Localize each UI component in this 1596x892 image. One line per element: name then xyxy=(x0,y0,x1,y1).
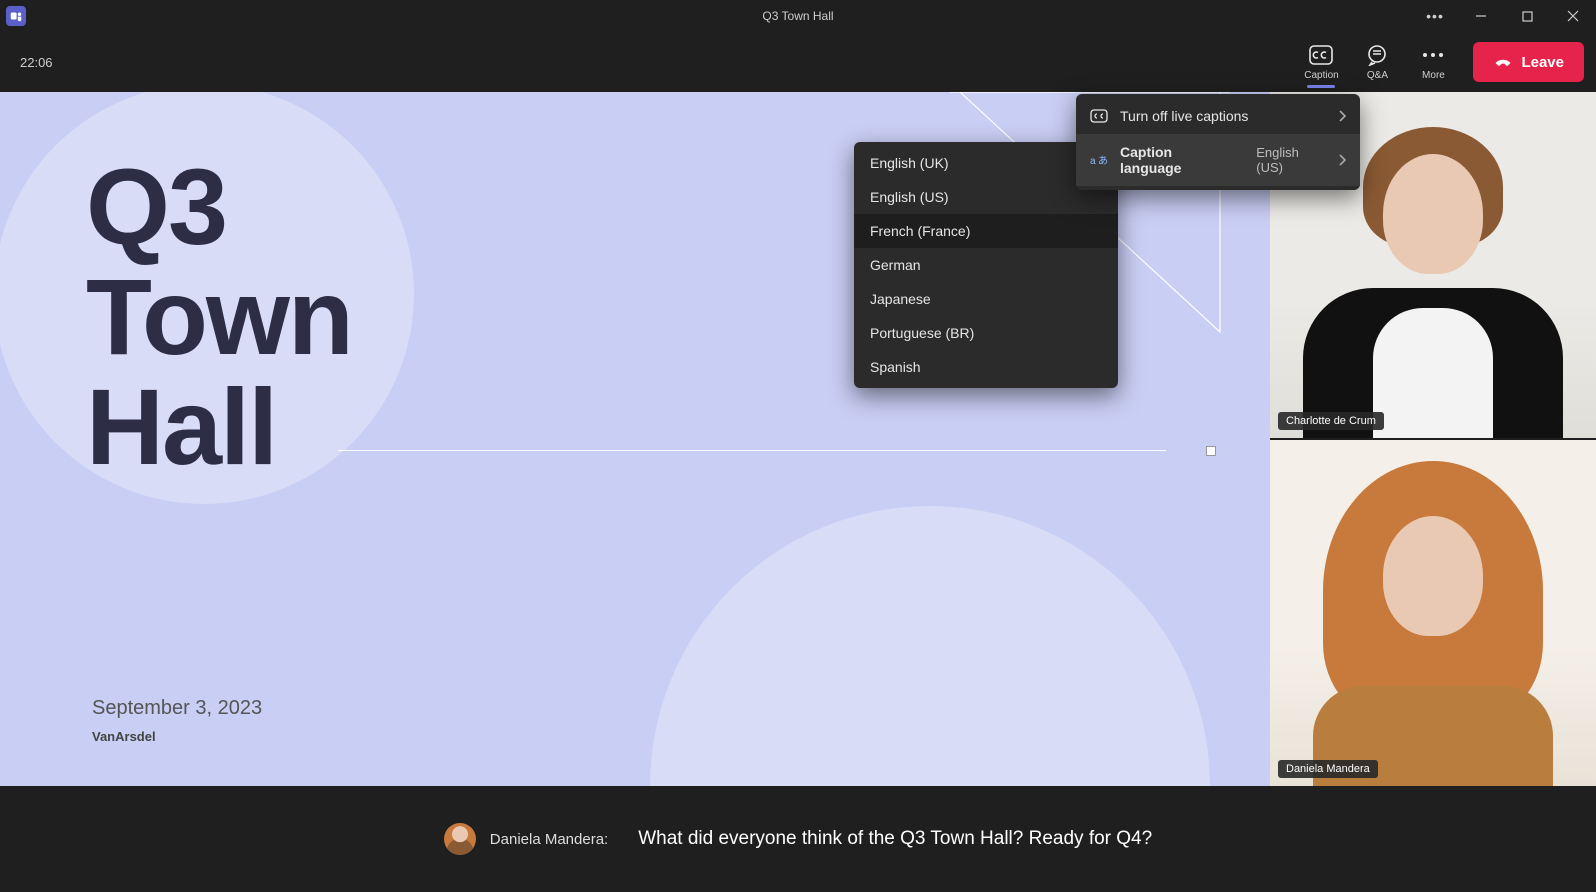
more-icon xyxy=(1422,44,1444,66)
menu-item-value: English (US) xyxy=(1256,145,1326,175)
qa-button-label: Q&A xyxy=(1367,70,1388,81)
chevron-right-icon xyxy=(1338,110,1346,122)
window-close-button[interactable] xyxy=(1550,0,1596,32)
language-option[interactable]: German xyxy=(854,248,1118,282)
svg-text:a: a xyxy=(1090,156,1096,167)
closed-caption-icon xyxy=(1309,44,1333,66)
meeting-stage: Q3 Town Hall September 3, 2023 VanArsdel… xyxy=(0,92,1596,892)
closed-caption-icon xyxy=(1090,109,1108,123)
chat-icon xyxy=(1366,44,1388,66)
speaker-avatar xyxy=(444,823,476,855)
slide-title: Q3 Town Hall xyxy=(86,152,352,482)
participant-name-label: Daniela Mandera xyxy=(1278,760,1378,778)
window-titlebar: Q3 Town Hall ••• xyxy=(0,0,1596,32)
svg-text:あ: あ xyxy=(1098,155,1108,167)
chevron-right-icon xyxy=(1338,154,1346,166)
language-option[interactable]: Spanish xyxy=(854,350,1118,384)
slide-title-line: Hall xyxy=(86,372,352,482)
caption-speaker-name: Daniela Mandera: xyxy=(490,831,608,848)
more-button[interactable]: More xyxy=(1405,36,1461,88)
menu-item-caption-language[interactable]: aあ Caption language English (US) xyxy=(1076,134,1360,186)
window-title: Q3 Town Hall xyxy=(762,9,833,23)
teams-app-icon xyxy=(6,6,26,26)
meeting-timer: 22:06 xyxy=(20,55,53,70)
participant-name-label: Charlotte de Crum xyxy=(1278,412,1384,430)
more-button-label: More xyxy=(1422,70,1445,81)
leave-button-label: Leave xyxy=(1521,54,1564,71)
slide-selection-handle xyxy=(1206,446,1216,456)
menu-item-label: Caption language xyxy=(1120,144,1232,176)
participant-tile[interactable]: Daniela Mandera xyxy=(1270,440,1596,786)
qa-button[interactable]: Q&A xyxy=(1349,36,1405,88)
translate-icon: aあ xyxy=(1090,153,1108,167)
menu-item-label: Turn off live captions xyxy=(1120,108,1326,124)
slide-title-line: Q3 xyxy=(86,152,352,262)
leave-button[interactable]: Leave xyxy=(1473,42,1584,82)
caption-settings-menu: Turn off live captions aあ Caption langua… xyxy=(1076,94,1360,190)
language-option[interactable]: Japanese xyxy=(854,282,1118,316)
window-minimize-button[interactable] xyxy=(1458,0,1504,32)
titlebar-more-button[interactable]: ••• xyxy=(1412,0,1458,32)
meeting-toolbar: 22:06 Caption Q&A More Leave xyxy=(0,32,1596,92)
menu-item-turn-off-captions[interactable]: Turn off live captions xyxy=(1076,98,1360,134)
slide-brand: VanArsdel xyxy=(92,729,156,744)
caption-button[interactable]: Caption xyxy=(1293,36,1349,88)
language-option[interactable]: French (France) xyxy=(854,214,1118,248)
caption-button-label: Caption xyxy=(1304,70,1338,81)
live-caption-bar: Daniela Mandera: What did everyone think… xyxy=(0,786,1596,892)
slide-date: September 3, 2023 xyxy=(92,697,262,720)
language-option[interactable]: Portuguese (BR) xyxy=(854,316,1118,350)
slide-title-line: Town xyxy=(86,262,352,372)
participant-strip: Charlotte de Crum Daniela Mandera xyxy=(1270,92,1596,786)
hangup-icon xyxy=(1493,52,1513,72)
slide-decor-circle xyxy=(650,506,1210,786)
window-maximize-button[interactable] xyxy=(1504,0,1550,32)
caption-text: What did everyone think of the Q3 Town H… xyxy=(638,828,1152,850)
slide-divider-line xyxy=(338,450,1166,451)
